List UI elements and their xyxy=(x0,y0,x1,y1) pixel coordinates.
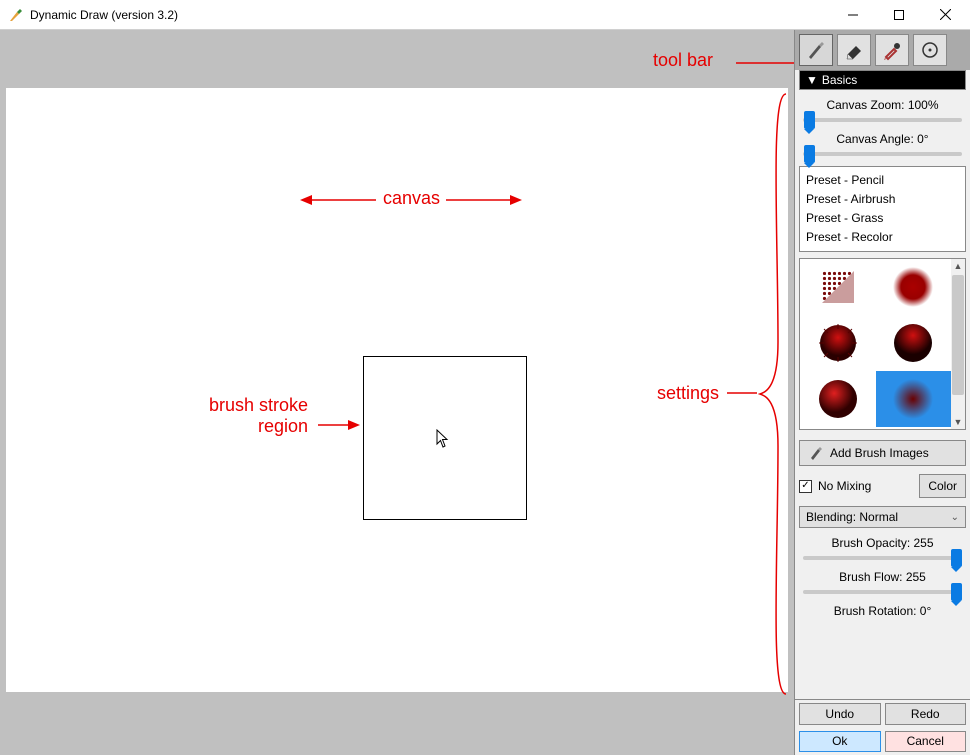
redo-button[interactable]: Redo xyxy=(885,703,967,725)
anno-canvas: canvas xyxy=(383,188,440,209)
anno-toolbar: tool bar xyxy=(653,50,713,71)
brush-thumb[interactable] xyxy=(876,259,952,315)
scroll-thumb[interactable] xyxy=(952,275,964,395)
minimize-button[interactable] xyxy=(830,0,876,30)
canvas-area[interactable]: tool bar canvas brush stroke region xyxy=(0,30,794,755)
brush-thumb[interactable] xyxy=(876,315,952,371)
brush-thumb[interactable] xyxy=(800,259,876,315)
brush-rotation-slider[interactable]: Brush Rotation: 0° xyxy=(799,604,966,618)
brush-stroke-region[interactable] xyxy=(363,356,527,520)
brush-tool[interactable] xyxy=(799,34,833,66)
brush-picker[interactable]: ▲ ▼ xyxy=(799,258,966,430)
preset-item[interactable]: Preset - Pencil xyxy=(806,171,959,190)
canvas-angle-slider[interactable]: Canvas Angle: 0° xyxy=(799,132,966,156)
preset-item[interactable]: Preset - Airbrush xyxy=(806,190,959,209)
add-brush-button[interactable]: Add Brush Images xyxy=(799,440,966,466)
app-icon xyxy=(8,7,24,23)
preset-list[interactable]: Preset - Pencil Preset - Airbrush Preset… xyxy=(799,166,966,252)
no-mixing-checkbox[interactable]: ✓ No Mixing xyxy=(799,479,871,493)
settings-panel: ▼ Basics Canvas Zoom: 100% Canvas Angle:… xyxy=(794,30,970,755)
maximize-button[interactable] xyxy=(876,0,922,30)
preset-item[interactable]: Preset - Grass xyxy=(806,209,959,228)
blending-select[interactable]: Blending: Normal ⌄ xyxy=(799,506,966,528)
window-controls xyxy=(830,0,968,30)
color-button[interactable]: Color xyxy=(919,474,966,498)
section-basics[interactable]: ▼ Basics xyxy=(799,70,966,90)
footer: Undo Redo Ok Cancel xyxy=(795,699,970,755)
close-button[interactable] xyxy=(922,0,968,30)
ok-button[interactable]: Ok xyxy=(799,731,881,753)
undo-button[interactable]: Undo xyxy=(799,703,881,725)
preset-item[interactable]: Preset - Recolor xyxy=(806,228,959,247)
caret-down-icon: ▼ xyxy=(806,73,818,87)
brush-thumb[interactable] xyxy=(800,371,876,427)
eraser-tool[interactable] xyxy=(837,34,871,66)
brush-flow-slider[interactable]: Brush Flow: 255 xyxy=(799,570,966,594)
origin-tool[interactable] xyxy=(913,34,947,66)
scroll-down-icon[interactable]: ▼ xyxy=(951,415,965,429)
window-title: Dynamic Draw (version 3.2) xyxy=(30,8,830,22)
brush-thumb[interactable] xyxy=(800,315,876,371)
brush-scrollbar[interactable]: ▲ ▼ xyxy=(951,259,965,429)
anno-brush-region: brush stroke region xyxy=(209,395,308,437)
toolbar xyxy=(795,30,970,70)
canvas-zoom-slider[interactable]: Canvas Zoom: 100% xyxy=(799,98,966,122)
scroll-up-icon[interactable]: ▲ xyxy=(951,259,965,273)
titlebar: Dynamic Draw (version 3.2) xyxy=(0,0,970,30)
cancel-button[interactable]: Cancel xyxy=(885,731,967,753)
brush-opacity-slider[interactable]: Brush Opacity: 255 xyxy=(799,536,966,560)
brush-thumb-selected[interactable] xyxy=(876,371,952,427)
checkbox-icon: ✓ xyxy=(799,480,812,493)
eyedropper-tool[interactable] xyxy=(875,34,909,66)
chevron-down-icon: ⌄ xyxy=(951,512,959,523)
anno-settings: settings xyxy=(657,383,719,404)
